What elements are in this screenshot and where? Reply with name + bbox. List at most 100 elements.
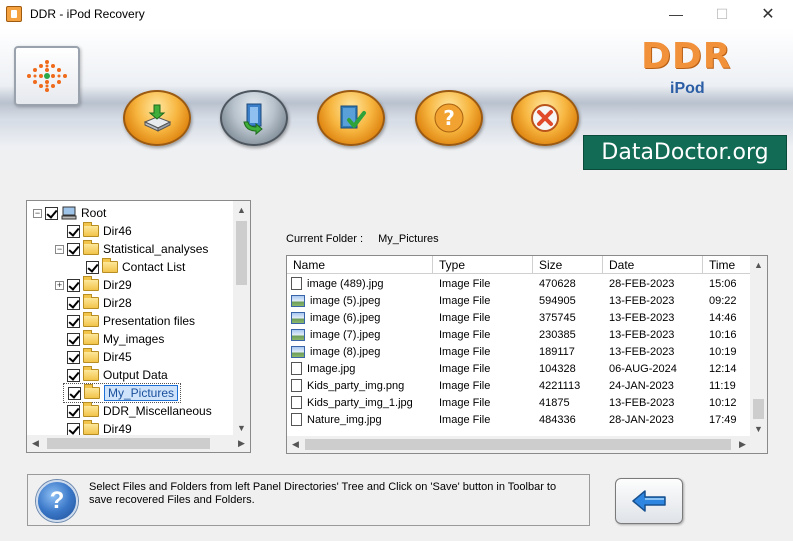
save-drive-icon: [139, 100, 175, 136]
tree-item[interactable]: My_images: [67, 330, 164, 348]
scroll-thumb[interactable]: [236, 221, 247, 285]
scroll-right-icon[interactable]: ▶: [233, 435, 250, 452]
table-row[interactable]: image (8).jpeg Image File 189117 13-FEB-202…: [287, 343, 751, 360]
tree-item-label: Dir45: [103, 350, 132, 364]
folder-checkbox[interactable]: [67, 314, 80, 328]
minimize-button[interactable]: —: [653, 0, 699, 28]
scroll-thumb[interactable]: [305, 439, 731, 450]
cell-name: image (489).jpg: [291, 275, 383, 292]
folder-checkbox[interactable]: [68, 386, 81, 400]
current-folder-value: My_Pictures: [378, 233, 439, 245]
folder-checkbox[interactable]: [67, 278, 80, 292]
column-header-size[interactable]: Size: [533, 256, 603, 274]
cell-size-text: 104328: [539, 362, 576, 375]
current-folder-label: Current Folder :: [286, 233, 364, 245]
tree-item[interactable]: Dir45: [67, 348, 132, 366]
load-data-icon: [236, 100, 272, 136]
scroll-left-icon[interactable]: ◀: [27, 435, 44, 452]
tree-root[interactable]: − Root: [33, 204, 106, 222]
folder-checkbox[interactable]: [67, 224, 80, 238]
tree-item[interactable]: + Dir29: [55, 276, 132, 294]
tree-item[interactable]: Presentation files: [67, 312, 195, 330]
cell-time: 10:12: [709, 394, 737, 411]
app-icon: [6, 6, 22, 22]
help-button[interactable]: ?: [415, 90, 483, 146]
cell-size-text: 41875: [539, 396, 570, 409]
cell-type: Image File: [439, 411, 490, 428]
column-header-date[interactable]: Date: [603, 256, 703, 274]
cell-name-text: Kids_party_img.png: [307, 379, 405, 392]
cell-date-text: 24-JAN-2023: [609, 379, 674, 392]
back-button[interactable]: [615, 478, 683, 524]
expand-icon[interactable]: +: [55, 280, 64, 290]
table-row[interactable]: image (7).jpeg Image File 230385 13-FEB-202…: [287, 326, 751, 343]
folder-checkbox[interactable]: [67, 368, 80, 382]
tree-item-label: Dir29: [103, 278, 132, 292]
scroll-corner: [750, 436, 767, 453]
save-button[interactable]: [123, 90, 191, 146]
cell-time-text: 11:19: [709, 379, 736, 392]
file-list-panel[interactable]: Name Type Size Date Time image (489).jpg…: [286, 255, 768, 454]
scroll-right-icon[interactable]: ▶: [734, 436, 751, 453]
column-header-time[interactable]: Time: [703, 256, 751, 274]
table-row[interactable]: image (489).jpg Image File 470628 28-FEB-20…: [287, 275, 751, 292]
folder-checkbox[interactable]: [67, 296, 80, 310]
scroll-left-icon[interactable]: ◀: [287, 436, 304, 453]
file-icon: [291, 362, 302, 375]
close-window-button[interactable]: ✕: [745, 0, 791, 28]
cell-name: Kids_party_img_1.jpg: [291, 394, 413, 411]
column-header-type[interactable]: Type: [433, 256, 533, 274]
collapse-icon[interactable]: −: [33, 208, 42, 218]
scroll-down-icon[interactable]: ▼: [233, 419, 250, 436]
cell-date-text: 28-FEB-2023: [609, 277, 675, 290]
tree-item[interactable]: Dir28: [67, 294, 132, 312]
folder-checkbox[interactable]: [67, 422, 80, 436]
table-row[interactable]: image (5).jpeg Image File 594905 13-FEB-202…: [287, 292, 751, 309]
tree-vertical-scrollbar[interactable]: ▲ ▼: [233, 201, 250, 436]
root-checkbox[interactable]: [45, 206, 58, 220]
file-horizontal-scrollbar[interactable]: ◀ ▶: [287, 436, 751, 453]
folder-checkbox[interactable]: [67, 332, 80, 346]
tree-item-selected[interactable]: My_Pictures: [63, 383, 182, 403]
exit-button[interactable]: [511, 90, 579, 146]
file-icon: [291, 277, 302, 290]
table-row[interactable]: Kids_party_img_1.jpg Image File 41875 13-FE…: [287, 394, 751, 411]
cell-type-text: Image File: [439, 294, 491, 307]
column-header-name[interactable]: Name: [287, 256, 433, 274]
tree-item[interactable]: − Statistical_analyses: [55, 240, 208, 258]
folder-checkbox[interactable]: [67, 350, 80, 364]
table-row[interactable]: Kids_party_img.png Image File 4221113 24-JA…: [287, 377, 751, 394]
cell-name: image (7).jpeg: [291, 326, 380, 343]
tree-item[interactable]: DDR_Miscellaneous: [67, 402, 212, 420]
directory-tree-panel[interactable]: − Root Dir46 − Statistical_analyses Cont…: [26, 200, 251, 453]
load-button[interactable]: [220, 90, 288, 146]
cell-size: 375745: [539, 309, 576, 326]
scroll-up-icon[interactable]: ▲: [750, 256, 767, 273]
tree-horizontal-scrollbar[interactable]: ◀ ▶: [27, 435, 250, 452]
scroll-thumb[interactable]: [753, 399, 764, 419]
table-row[interactable]: Nature_img.jpg Image File 484336 28-JAN-202…: [287, 411, 751, 428]
scroll-down-icon[interactable]: ▼: [750, 420, 767, 437]
table-row[interactable]: Image.jpg Image File 104328 06-AUG-2024 12:1…: [287, 360, 751, 377]
file-vertical-scrollbar[interactable]: ▲ ▼: [750, 256, 767, 437]
maximize-button[interactable]: ☐: [699, 0, 745, 28]
folder-checkbox[interactable]: [67, 242, 80, 256]
cell-name: image (8).jpeg: [291, 343, 380, 360]
product-name: iPod: [670, 80, 705, 97]
tree-item[interactable]: Output Data: [67, 366, 168, 384]
datadoctor-banner[interactable]: DataDoctor.org: [583, 135, 787, 170]
tree-item[interactable]: Dir46: [67, 222, 132, 240]
table-row[interactable]: image (6).jpeg Image File 375745 13-FEB-202…: [287, 309, 751, 326]
folder-checkbox[interactable]: [67, 404, 80, 418]
tree-item[interactable]: Contact List: [86, 258, 185, 276]
collapse-icon[interactable]: −: [55, 244, 64, 254]
cell-date-text: 28-JAN-2023: [609, 413, 674, 426]
cell-type-text: Image File: [439, 362, 491, 375]
cell-date: 13-FEB-2023: [609, 326, 674, 343]
cell-name-text: image (489).jpg: [307, 277, 384, 290]
scroll-up-icon[interactable]: ▲: [233, 201, 250, 218]
open-button[interactable]: [317, 90, 385, 146]
folder-checkbox[interactable]: [86, 260, 99, 274]
scroll-thumb[interactable]: [47, 438, 210, 449]
file-icon: [291, 413, 302, 426]
